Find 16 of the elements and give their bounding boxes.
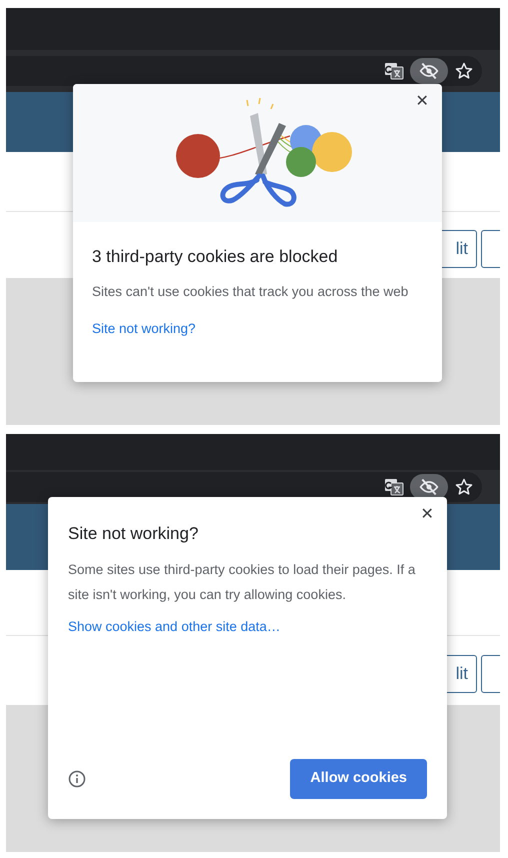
popup-title: Site not working?: [67, 523, 200, 545]
popup-description: Some sites use third-party cookies to load their pages. If a site isn't working, you can try allowing cookies.: [67, 560, 416, 604]
star-icon[interactable]: [454, 61, 474, 81]
translate-icon[interactable]: [384, 477, 404, 497]
close-button[interactable]: ✕: [417, 505, 437, 525]
popup-description: Sites can't use cookies that track you across the web: [91, 282, 410, 301]
eye-slash-icon[interactable]: [410, 58, 448, 84]
site-not-working-link[interactable]: Site not working?: [92, 318, 196, 339]
star-icon[interactable]: [454, 477, 474, 497]
address-bar[interactable]: [6, 56, 482, 86]
info-icon[interactable]: [68, 770, 86, 788]
close-button[interactable]: ✕: [412, 92, 432, 112]
popup-title: 3 third-party cookies are blocked: [91, 246, 339, 268]
allow-cookies-button[interactable]: Allow cookies: [290, 759, 427, 799]
show-cookies-link[interactable]: Show cookies and other site data…: [68, 616, 280, 637]
translate-icon[interactable]: [384, 61, 404, 81]
